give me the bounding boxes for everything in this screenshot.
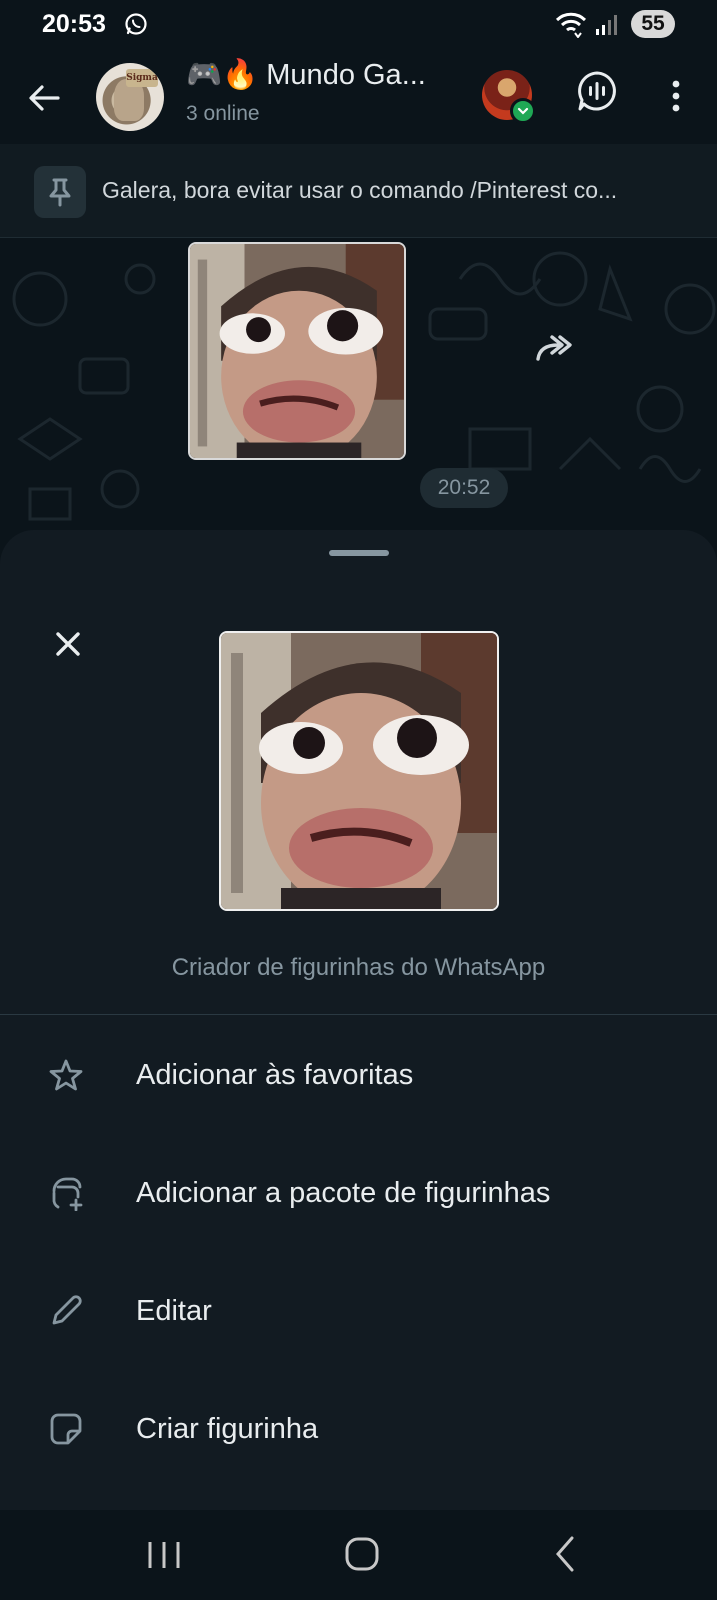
close-icon[interactable] xyxy=(50,626,86,662)
pinned-message-bar[interactable]: Galera, bora evitar usar o comando /Pint… xyxy=(0,144,717,238)
voice-chat-icon[interactable] xyxy=(576,70,618,112)
divider xyxy=(0,1014,717,1015)
menu-item-label: Adicionar a pacote de figurinhas xyxy=(136,1177,551,1209)
group-avatar[interactable]: Sigma xyxy=(96,63,164,131)
sticker-creator-caption: Criador de figurinhas do WhatsApp xyxy=(171,954,546,981)
home-icon[interactable] xyxy=(344,1536,380,1572)
menu-item-create-sticker[interactable]: Criar figurinha xyxy=(0,1374,717,1484)
forward-icon[interactable] xyxy=(530,329,580,369)
pencil-icon xyxy=(52,1295,82,1325)
check-badge-icon xyxy=(510,98,536,124)
menu-item-label: Editar xyxy=(136,1295,212,1327)
battery-indicator: 55 xyxy=(631,10,675,38)
menu-item-label: Criar figurinha xyxy=(136,1413,319,1445)
status-time: 20:53 xyxy=(42,10,106,38)
sticker-preview xyxy=(219,631,499,911)
star-icon xyxy=(49,1059,83,1091)
system-nav-bar xyxy=(0,1510,717,1600)
drag-handle[interactable] xyxy=(329,550,389,556)
menu-item-add-favorites[interactable]: Adicionar às favoritas xyxy=(0,1020,717,1130)
menu-item-edit[interactable]: Editar xyxy=(0,1256,717,1366)
wifi-icon xyxy=(555,12,587,38)
sticker-icon xyxy=(50,1413,82,1445)
group-title[interactable]: 🎮🔥 Mundo Ga... xyxy=(186,58,426,92)
pin-icon xyxy=(49,178,71,207)
online-count: 3 online xyxy=(186,102,260,125)
signal-icon xyxy=(596,15,617,35)
pin-icon-container xyxy=(34,166,86,218)
sticker-preview-image xyxy=(221,633,497,909)
menu-item-add-to-pack[interactable]: Adicionar a pacote de figurinhas xyxy=(0,1138,717,1248)
recent-apps-icon[interactable] xyxy=(144,1538,184,1572)
whatsapp-icon xyxy=(125,13,147,35)
sticker-image xyxy=(190,244,404,458)
avatar-sign: Sigma xyxy=(126,69,158,87)
pinned-message-text: Galera, bora evitar usar o comando /Pint… xyxy=(102,177,618,203)
menu-item-label: Adicionar às favoritas xyxy=(136,1059,414,1091)
status-indicators xyxy=(555,10,617,40)
chat-header: Sigma 🎮🔥 Mundo Ga... 3 online xyxy=(0,50,717,144)
chat-messages: 20:52 xyxy=(0,239,717,539)
nav-back-icon[interactable] xyxy=(550,1534,580,1574)
back-arrow-icon[interactable] xyxy=(22,76,66,120)
more-vert-icon[interactable] xyxy=(664,76,688,116)
whatsapp-chat-screen: 20:53 55 Sigma 🎮🔥 Mundo Ga... 3 online G… xyxy=(0,0,717,1600)
add-sticker-pack-icon xyxy=(52,1177,83,1211)
status-bar: 20:53 55 xyxy=(0,0,717,50)
sticker-options-sheet: Criador de figurinhas do WhatsApp Adicio… xyxy=(0,530,717,1510)
sticker-message[interactable] xyxy=(188,242,406,460)
message-time: 20:52 xyxy=(420,468,508,508)
